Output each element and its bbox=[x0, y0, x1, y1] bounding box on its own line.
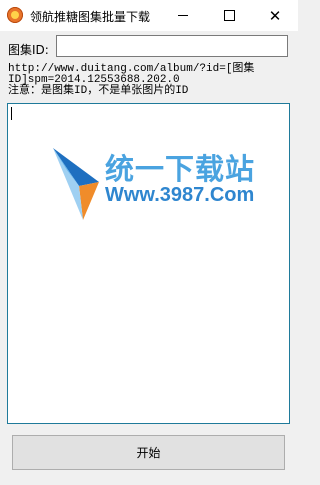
note-text: 注意：是图集ID，不是单张图片的ID bbox=[8, 85, 189, 97]
album-id-input[interactable] bbox=[56, 35, 288, 57]
maximize-button[interactable] bbox=[206, 0, 252, 31]
watermark-text-url: Www.3987.Com bbox=[105, 184, 255, 206]
watermark-v-icon bbox=[53, 148, 99, 220]
window-title: 领航推糖图集批量下载 bbox=[30, 10, 151, 24]
maximize-icon bbox=[223, 10, 235, 21]
album-id-label: 图集ID: bbox=[8, 43, 49, 57]
close-button[interactable]: ✕ bbox=[252, 0, 298, 31]
text-caret bbox=[11, 107, 12, 120]
title-bar: 领航推糖图集批量下载 ✕ bbox=[0, 0, 298, 31]
watermark-logo: 统一下载站 Www.3987.Com bbox=[49, 142, 254, 226]
minimize-button[interactable] bbox=[160, 0, 206, 31]
close-icon: ✕ bbox=[268, 6, 282, 25]
app-logo-icon bbox=[7, 7, 23, 23]
start-button[interactable]: 开始 bbox=[12, 435, 285, 470]
minimize-icon bbox=[178, 15, 188, 16]
watermark-text-cn: 统一下载站 bbox=[105, 154, 256, 186]
